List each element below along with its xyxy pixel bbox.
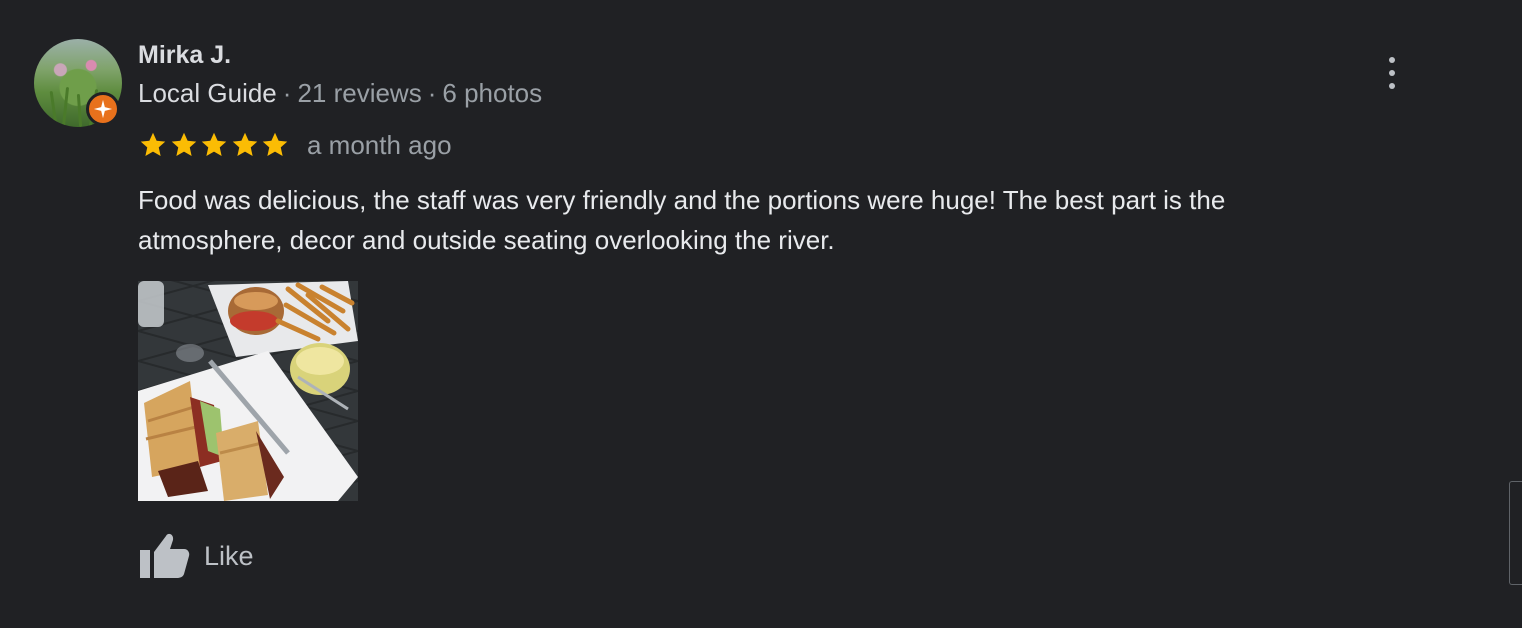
star-icon (201, 132, 227, 156)
star-rating (138, 129, 291, 161)
local-guide-label[interactable]: Local Guide (138, 78, 277, 108)
meta-separator: · (282, 78, 292, 108)
scrollbar-track[interactable] (1509, 481, 1522, 585)
star-icon (262, 132, 288, 156)
star-icon (140, 132, 166, 156)
author-name[interactable]: Mirka J. (138, 40, 231, 70)
review-count: 21 reviews (297, 78, 422, 108)
thumbs-up-icon (140, 533, 190, 578)
meta-separator: · (427, 78, 437, 108)
review-date: a month ago (307, 130, 452, 160)
review-photo[interactable] (138, 281, 358, 501)
like-label: Like (204, 540, 254, 571)
author-meta: Local Guide · 21 reviews · 6 photos (138, 77, 542, 109)
like-button[interactable]: Like (134, 528, 254, 584)
more-vert-icon-dot (1389, 70, 1395, 76)
more-vert-icon (1389, 57, 1395, 63)
photo-count: 6 photos (442, 78, 543, 108)
review-text: Food was delicious, the staff was very f… (138, 185, 1226, 255)
local-guide-badge-icon (86, 92, 120, 126)
star-icon (171, 132, 196, 156)
more-options-button[interactable] (1376, 55, 1408, 91)
review-card: Mirka J. Local Guide · 21 reviews · 6 photos… (0, 0, 1522, 628)
more-vert-icon-dot (1389, 83, 1395, 89)
star-icon (232, 132, 257, 156)
